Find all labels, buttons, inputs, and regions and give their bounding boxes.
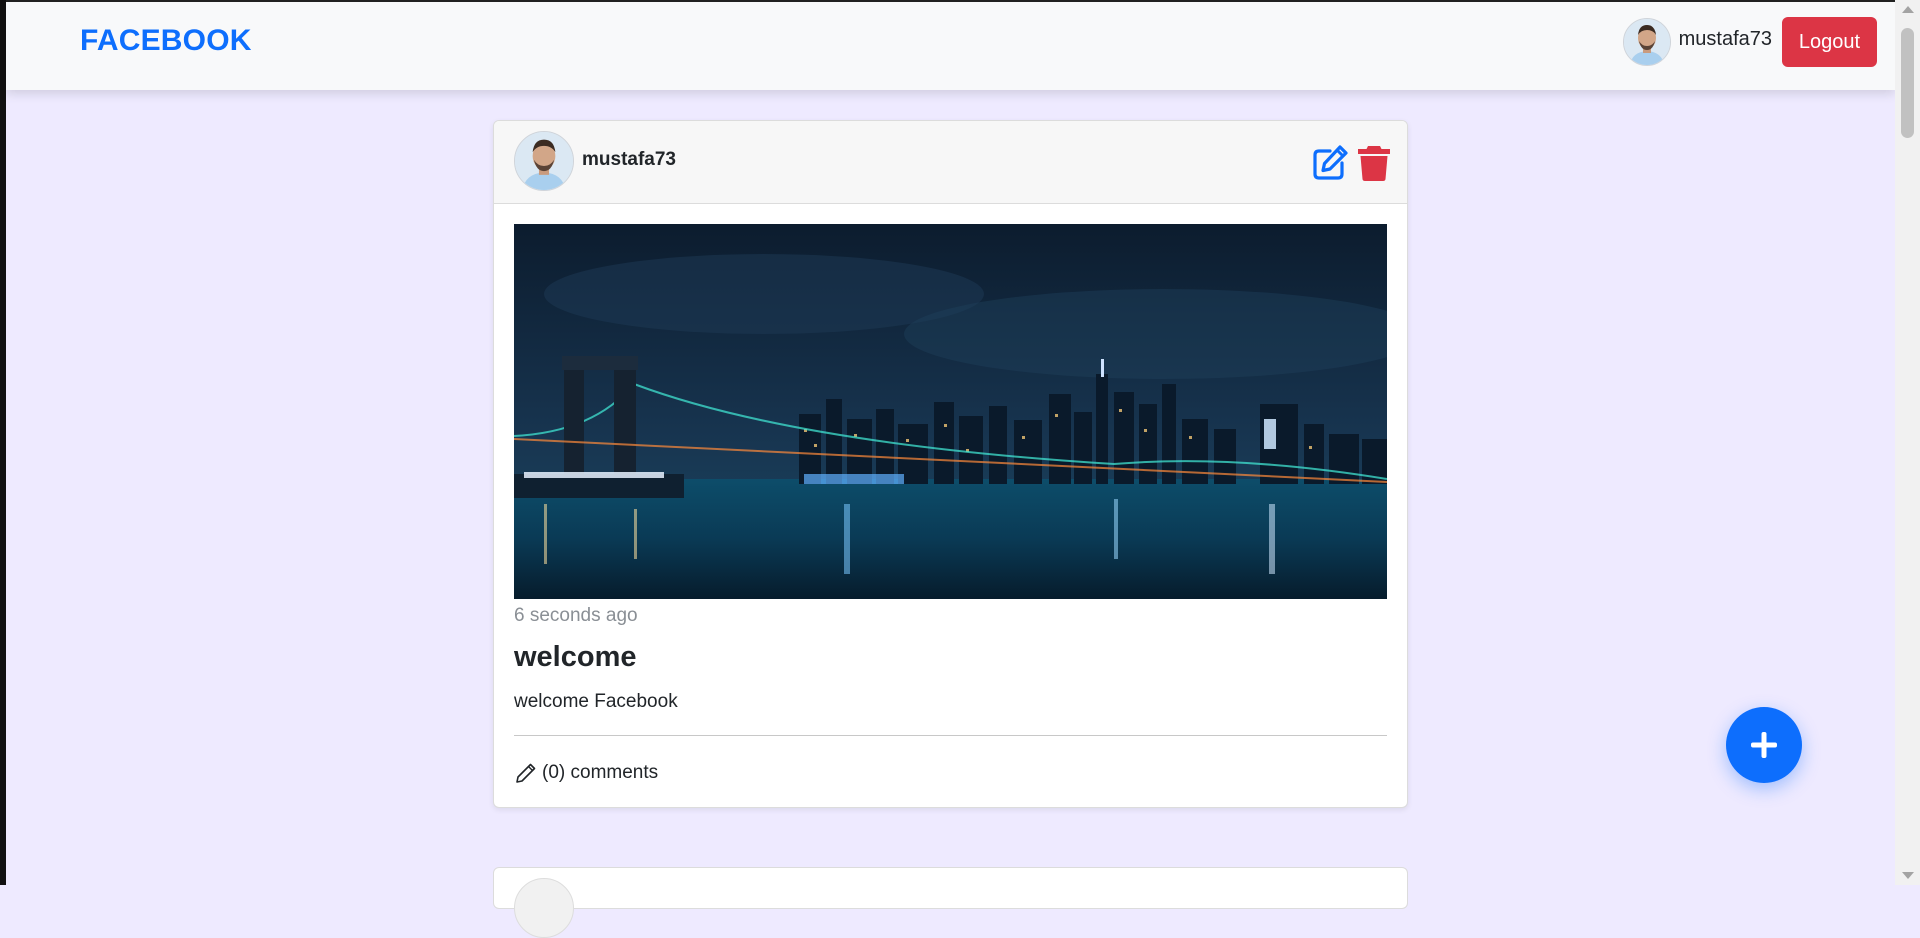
trash-icon[interactable]: [1354, 143, 1394, 183]
scrollbar-thumb[interactable]: [1901, 28, 1914, 138]
page-scrollbar[interactable]: [1895, 0, 1920, 885]
post-author[interactable]: mustafa73: [582, 149, 676, 171]
plus-icon: [1751, 732, 1777, 758]
add-post-button[interactable]: [1726, 707, 1802, 783]
author-avatar: [514, 878, 574, 938]
scroll-up-icon[interactable]: [1902, 6, 1914, 13]
author-avatar[interactable]: [514, 131, 574, 191]
post-timestamp: 6 seconds ago: [514, 605, 638, 626]
window-border-left: [0, 0, 6, 885]
post-card-next: [493, 867, 1408, 938]
post-body: welcome Facebook: [514, 691, 678, 712]
navbar-username: mustafa73: [1678, 27, 1772, 50]
post-divider: [514, 735, 1387, 736]
navbar-user-area: mustafa73 Logout: [1622, 16, 1877, 68]
post-image[interactable]: [514, 224, 1387, 599]
comments-link[interactable]: (0) comments: [514, 761, 658, 785]
brand-logo[interactable]: FACEBOOK: [80, 24, 252, 58]
post-title: welcome: [514, 641, 637, 673]
post-header: mustafa73: [494, 121, 1407, 204]
comments-count: (0) comments: [542, 762, 659, 783]
post-card: mustafa73 6 seconds ago welcome welcome …: [493, 120, 1408, 808]
scroll-down-icon[interactable]: [1902, 872, 1914, 879]
edit-icon[interactable]: [1310, 143, 1350, 183]
pencil-icon: [516, 763, 536, 783]
user-avatar[interactable]: [1622, 18, 1671, 66]
top-navbar: FACEBOOK mustafa73 Logout: [6, 2, 1895, 90]
logout-button[interactable]: Logout: [1782, 17, 1877, 67]
